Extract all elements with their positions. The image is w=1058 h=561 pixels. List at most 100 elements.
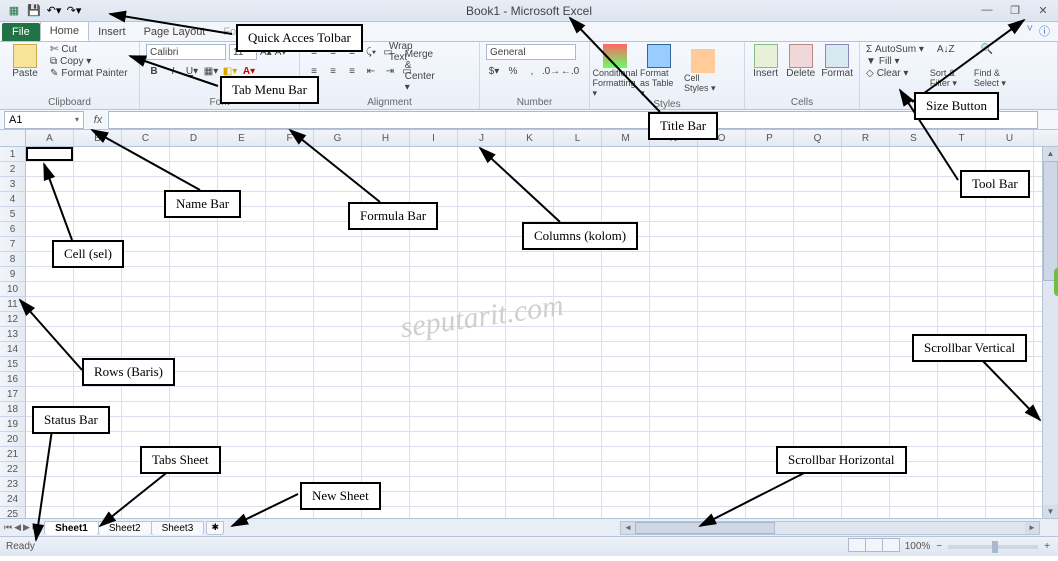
sheet-tab-1[interactable]: Sheet1 — [44, 521, 99, 535]
column-header[interactable]: A — [26, 130, 74, 146]
column-header[interactable]: K — [506, 130, 554, 146]
column-header[interactable]: H — [362, 130, 410, 146]
format-as-table-button[interactable]: Format as Table ▾ — [640, 44, 678, 99]
row-header[interactable]: 18 — [0, 402, 26, 417]
active-cell[interactable] — [26, 147, 73, 161]
increase-decimal-icon[interactable]: .0→ — [543, 63, 559, 79]
save-icon[interactable]: 💾 — [26, 3, 42, 19]
bold-button[interactable]: B — [146, 63, 162, 79]
row-header[interactable]: 23 — [0, 477, 26, 492]
zoom-in-button[interactable]: + — [1044, 541, 1050, 552]
row-header[interactable]: 22 — [0, 462, 26, 477]
wrap-text-button[interactable]: ▭ Wrap Text — [388, 44, 404, 60]
conditional-formatting-button[interactable]: Conditional Formatting ▾ — [596, 44, 634, 99]
column-header[interactable]: E — [218, 130, 266, 146]
comma-icon[interactable]: , — [524, 63, 540, 79]
align-center-icon[interactable]: ≡ — [325, 63, 341, 79]
row-header[interactable]: 14 — [0, 342, 26, 357]
row-header[interactable]: 20 — [0, 432, 26, 447]
row-header[interactable]: 10 — [0, 282, 26, 297]
name-box[interactable]: A1 — [4, 111, 84, 129]
maximize-button[interactable]: ❐ — [1006, 4, 1024, 17]
sheet-nav-first[interactable]: ⏮ — [4, 522, 12, 533]
row-header[interactable]: 15 — [0, 357, 26, 372]
column-header[interactable]: M — [602, 130, 650, 146]
row-header[interactable]: 21 — [0, 447, 26, 462]
border-button[interactable]: ▦▾ — [203, 63, 219, 79]
clear-button[interactable]: ◇Clear ▾ — [866, 68, 924, 79]
horizontal-scrollbar[interactable] — [620, 521, 1040, 535]
zoom-slider[interactable] — [948, 545, 1038, 549]
paste-button[interactable]: Paste — [6, 44, 44, 79]
column-header[interactable]: P — [746, 130, 794, 146]
column-header[interactable]: R — [842, 130, 890, 146]
tab-page-layout[interactable]: Page Layout — [135, 23, 215, 41]
column-header[interactable]: U — [986, 130, 1034, 146]
row-header[interactable]: 13 — [0, 327, 26, 342]
column-header[interactable]: I — [410, 130, 458, 146]
column-header[interactable]: Q — [794, 130, 842, 146]
vertical-scrollbar[interactable] — [1042, 147, 1058, 519]
row-header[interactable]: 5 — [0, 207, 26, 222]
delete-cells-button[interactable]: Delete — [786, 44, 815, 79]
cut-button[interactable]: ✄Cut — [50, 44, 128, 55]
fx-button[interactable]: fx — [88, 114, 108, 126]
sheet-tab-2[interactable]: Sheet2 — [98, 521, 152, 535]
autosum-button[interactable]: Σ AutoSum ▾ — [866, 44, 924, 55]
sort-filter-button[interactable]: A↓ZSort & Filter ▾ — [930, 44, 968, 89]
column-header[interactable]: D — [170, 130, 218, 146]
scrollbar-thumb[interactable] — [635, 522, 775, 534]
view-buttons[interactable] — [848, 538, 899, 555]
minimize-ribbon-icon[interactable]: ˅ — [1027, 23, 1033, 39]
copy-button[interactable]: ⧉Copy ▾ — [50, 56, 128, 67]
row-header[interactable]: 4 — [0, 192, 26, 207]
scrollbar-thumb[interactable] — [1043, 161, 1058, 281]
row-header[interactable]: 17 — [0, 387, 26, 402]
help-icon[interactable]: ⓘ — [1039, 23, 1050, 39]
file-tab[interactable]: File — [2, 23, 40, 41]
indent-inc-icon[interactable]: ⇥ — [382, 63, 398, 79]
redo-icon[interactable]: ↷▾ — [66, 3, 82, 19]
row-header[interactable]: 6 — [0, 222, 26, 237]
zoom-out-button[interactable]: − — [936, 541, 942, 552]
column-header[interactable]: T — [938, 130, 986, 146]
select-all-corner[interactable] — [0, 130, 26, 146]
percent-icon[interactable]: % — [505, 63, 521, 79]
italic-button[interactable]: I — [165, 63, 181, 79]
column-header[interactable]: J — [458, 130, 506, 146]
row-header[interactable]: 19 — [0, 417, 26, 432]
sheet-nav-last[interactable]: ⏭ — [32, 522, 40, 533]
decrease-decimal-icon[interactable]: ←.0 — [562, 63, 578, 79]
row-header[interactable]: 25 — [0, 507, 26, 518]
column-header[interactable]: C — [122, 130, 170, 146]
row-header[interactable]: 8 — [0, 252, 26, 267]
new-sheet-button[interactable]: ✱ — [206, 521, 224, 535]
formula-input[interactable] — [108, 111, 1038, 129]
row-header[interactable]: 2 — [0, 162, 26, 177]
fill-button[interactable]: ▼Fill ▾ — [866, 56, 924, 67]
row-header[interactable]: 12 — [0, 312, 26, 327]
tab-insert[interactable]: Insert — [89, 23, 135, 41]
find-select-button[interactable]: 🔍Find & Select ▾ — [974, 44, 1012, 89]
row-header[interactable]: 7 — [0, 237, 26, 252]
font-name-select[interactable]: Calibri — [146, 44, 226, 60]
row-header[interactable]: 11 — [0, 297, 26, 312]
sheet-nav-prev[interactable]: ◀ — [14, 522, 21, 533]
format-cells-button[interactable]: Format — [821, 44, 853, 79]
align-right-icon[interactable]: ≡ — [344, 63, 360, 79]
row-header[interactable]: 9 — [0, 267, 26, 282]
insert-cells-button[interactable]: Insert — [751, 44, 780, 79]
close-button[interactable]: ✕ — [1034, 4, 1052, 17]
minimize-button[interactable]: — — [978, 4, 996, 17]
orientation-icon[interactable]: ⤹▾ — [363, 44, 379, 60]
column-header[interactable]: G — [314, 130, 362, 146]
row-header[interactable]: 3 — [0, 177, 26, 192]
row-header[interactable]: 1 — [0, 147, 26, 162]
tab-home[interactable]: Home — [40, 21, 89, 41]
indent-dec-icon[interactable]: ⇤ — [363, 63, 379, 79]
sheet-tab-3[interactable]: Sheet3 — [151, 521, 205, 535]
row-header[interactable]: 16 — [0, 372, 26, 387]
merge-center-button[interactable]: ▭ Merge & Center ▾ — [407, 63, 423, 79]
undo-icon[interactable]: ↶▾ — [46, 3, 62, 19]
row-header[interactable]: 24 — [0, 492, 26, 507]
